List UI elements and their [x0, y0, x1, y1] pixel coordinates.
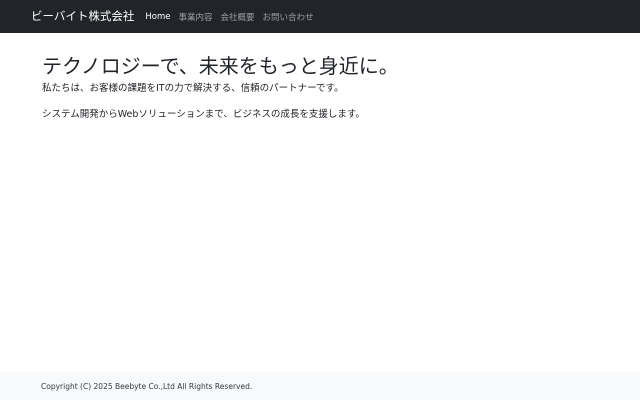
nav-link-company[interactable]: 会社概要: [221, 11, 255, 23]
brand-link[interactable]: ビーバイト株式会社: [31, 8, 134, 24]
footer: Copyright (C) 2025 Beebyte Co.,Ltd All R…: [0, 372, 640, 400]
main-content: テクノロジーで、未来をもっと身近に。 私たちは、お客様の課題をITの力で解決する…: [42, 52, 622, 122]
nav-link-business[interactable]: 事業内容: [179, 11, 213, 23]
services-paragraph: システム開発からWebソリューションまで、ビジネスの成長を支援します。: [42, 109, 365, 120]
nav-link-home[interactable]: Home: [145, 12, 170, 22]
intro-paragraph: 私たちは、お客様の課題をITの力で解決する、信頼のパートナーです。: [42, 83, 344, 94]
nav-links: Home 事業内容 会社概要 お問い合わせ: [145, 11, 313, 23]
copyright-text: Copyright (C) 2025 Beebyte Co.,Ltd All R…: [41, 381, 253, 391]
page: ビーバイト株式会社 Home 事業内容 会社概要 お問い合わせ テクノロジーで、…: [0, 0, 640, 400]
nav-link-contact[interactable]: お問い合わせ: [263, 11, 314, 23]
page-headline: テクノロジーで、未来をもっと身近に。: [42, 54, 399, 78]
navbar: ビーバイト株式会社 Home 事業内容 会社概要 お問い合わせ: [0, 0, 640, 33]
